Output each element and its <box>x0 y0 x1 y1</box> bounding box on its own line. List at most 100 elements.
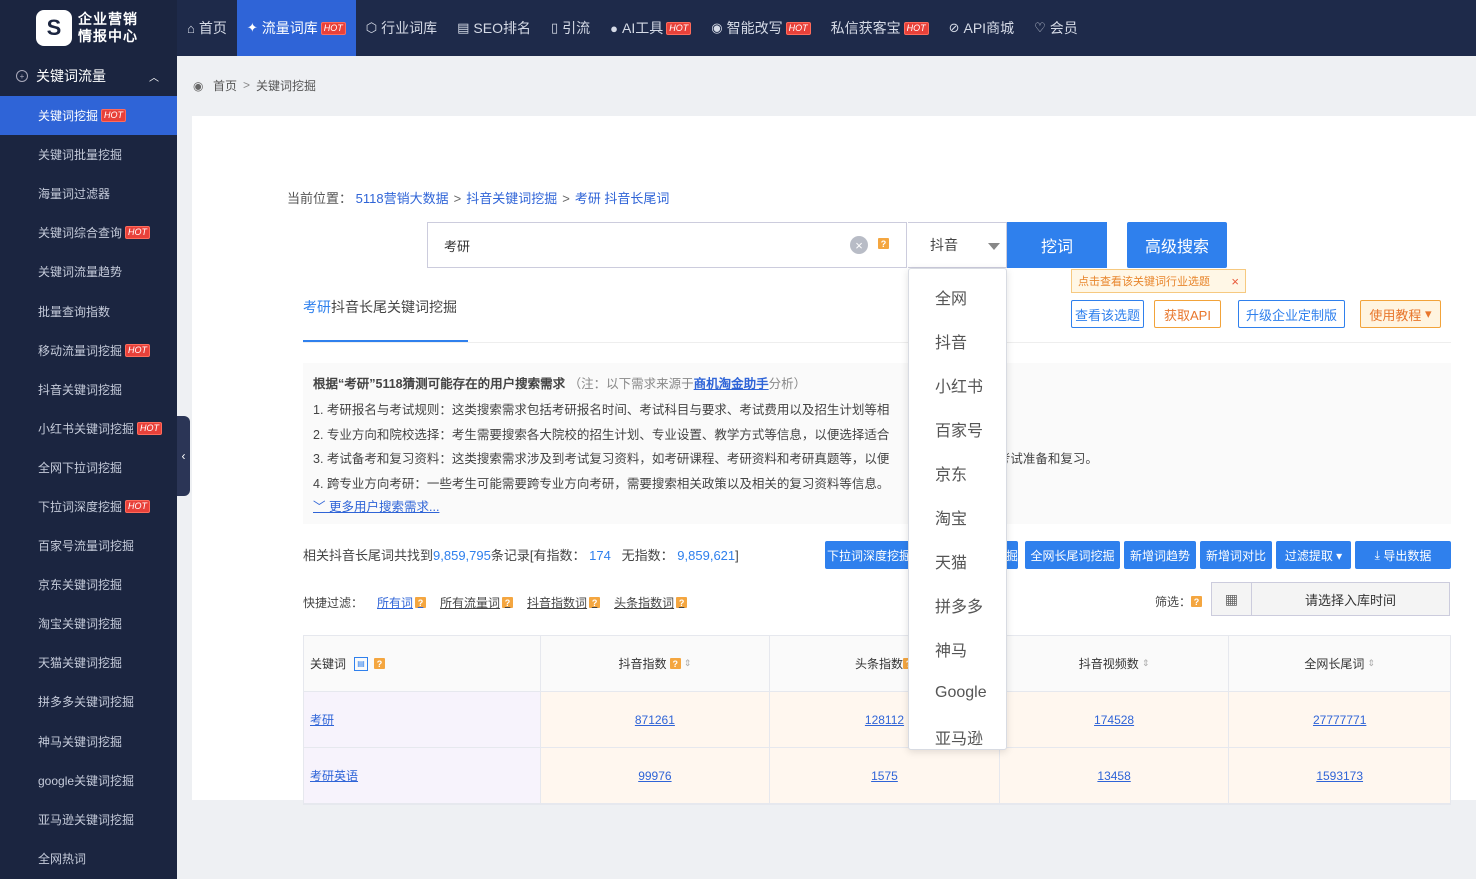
sidebar-item-15[interactable]: 拼多多关键词挖掘 <box>0 682 177 721</box>
nav-item-8[interactable]: ⊘ API商城 <box>939 0 1024 56</box>
nav-item-2[interactable]: ⬡ 行业词库 <box>356 0 447 56</box>
platform-option-5[interactable]: 淘宝 <box>909 495 1006 539</box>
nav-item-0[interactable]: ⌂ 首页 <box>177 0 237 56</box>
platform-option-8[interactable]: 神马 <box>909 627 1006 671</box>
sidebar-item-18[interactable]: 亚马逊关键词挖掘 <box>0 800 177 839</box>
get-api-button[interactable]: 获取API <box>1154 300 1221 328</box>
export-button[interactable]: ⤓ 导出数据 <box>1355 541 1451 569</box>
needs-source-link[interactable]: 商机淘金助手 <box>694 377 769 391</box>
value-link[interactable]: 99976 <box>638 769 671 783</box>
logo[interactable]: S 企业营销 情报中心 <box>0 0 177 56</box>
help-icon: ? <box>669 658 681 669</box>
dig-button[interactable]: 挖词 <box>1007 222 1107 268</box>
platform-option-6[interactable]: 天猫 <box>909 539 1006 583</box>
hot-badge: HOT <box>125 343 151 357</box>
value-link[interactable]: 1575 <box>871 769 898 783</box>
view-topic-button[interactable]: 查看该选题 <box>1071 300 1144 328</box>
col-douyin-index[interactable]: 抖音指数 ? ⇕ <box>541 636 771 691</box>
advanced-search-button[interactable]: 高级搜索 <box>1127 222 1227 268</box>
sidebar-item-16[interactable]: 神马关键词挖掘 <box>0 722 177 761</box>
sidebar-section-header[interactable]: + 关键词流量 ︿ <box>0 56 177 96</box>
col-douyin-videos[interactable]: 抖音视频数 ⇕ <box>1000 636 1230 691</box>
sidebar-item-1[interactable]: 关键词批量挖掘 <box>0 135 177 174</box>
hot-badge: HOT <box>125 499 151 513</box>
sidebar-collapse-handle[interactable]: ‹ <box>177 416 190 496</box>
sort-icon: ⇕ <box>1367 658 1375 668</box>
col-longtail[interactable]: 全网长尾词 ⇕ <box>1229 636 1450 691</box>
sidebar-item-label: 天猫关键词挖掘 <box>38 656 123 671</box>
platform-option-1[interactable]: 抖音 <box>909 319 1006 363</box>
nav-item-5[interactable]: ● AI工具 HOT <box>600 0 701 56</box>
keyword-link[interactable]: 考研 <box>310 711 334 728</box>
longtail-dig-button[interactable]: 全网长尾词挖掘 <box>1025 541 1120 569</box>
tutorial-button[interactable]: 使用教程 ▾ <box>1360 300 1441 328</box>
platform-option-9[interactable]: Google <box>909 671 1006 715</box>
value-link[interactable]: 174528 <box>1094 713 1134 727</box>
topic-tooltip: 点击查看该关键词行业选题 × <box>1071 269 1246 293</box>
sidebar-item-14[interactable]: 天猫关键词挖掘 <box>0 643 177 682</box>
filter-traffic-words[interactable]: 所有流量词? <box>440 594 514 611</box>
nav-item-7[interactable]: 私信获客宝 HOT <box>821 0 939 56</box>
clear-icon[interactable]: × <box>850 236 868 254</box>
sidebar-item-9[interactable]: 全网下拉词挖掘 <box>0 448 177 487</box>
sidebar-item-11[interactable]: 百家号流量词挖掘 <box>0 526 177 565</box>
keyword-search-input[interactable]: 考研 × ? <box>427 222 907 268</box>
close-icon[interactable]: × <box>1231 274 1239 289</box>
help-icon: ? <box>415 597 427 608</box>
platform-select[interactable]: 抖音 <box>908 222 1007 268</box>
sidebar-item-10[interactable]: 下拉词深度挖掘 HOT <box>0 487 177 526</box>
sidebar-item-2[interactable]: 海量词过滤器 <box>0 174 177 213</box>
dropdown-deep-dig-button[interactable]: 下拉词深度挖掘 <box>825 541 913 569</box>
table-cell: 99976 <box>540 748 771 803</box>
filter-toutiao-index-words[interactable]: 头条指数词? <box>614 594 688 611</box>
sidebar-item-3[interactable]: 关键词综合查询 HOT <box>0 213 177 252</box>
upgrade-button[interactable]: 升级企业定制版 <box>1238 300 1345 328</box>
sidebar-item-12[interactable]: 京东关键词挖掘 <box>0 565 177 604</box>
location-link-douyin[interactable]: 抖音关键词挖掘 <box>466 191 557 206</box>
nav-item-3[interactable]: ▤ SEO排名 <box>447 0 541 56</box>
value-link[interactable]: 1593173 <box>1316 769 1363 783</box>
location-link-current[interactable]: 考研 抖音长尾词 <box>575 191 670 206</box>
platform-option-2[interactable]: 小红书 <box>909 363 1006 407</box>
value-link[interactable]: 128112 <box>865 713 904 727</box>
sidebar-item-label: 关键词流量趋势 <box>38 265 123 280</box>
sidebar-item-4[interactable]: 关键词流量趋势 <box>0 252 177 291</box>
sidebar-item-6[interactable]: 移动流量词挖掘 HOT <box>0 331 177 370</box>
filter-douyin-index-words[interactable]: 抖音指数词? <box>527 594 601 611</box>
hot-badge: HOT <box>125 226 151 240</box>
sidebar-item-5[interactable]: 批量查询指数 <box>0 291 177 330</box>
nav-item-9[interactable]: ♡ 会员 <box>1024 0 1088 56</box>
platform-option-3[interactable]: 百家号 <box>909 407 1006 451</box>
copy-icon[interactable]: ▤ <box>354 656 369 671</box>
filter-all-words[interactable]: 所有词? <box>377 594 427 611</box>
sidebar-item-8[interactable]: 小红书关键词挖掘 HOT <box>0 409 177 448</box>
table-cell: 考研英语 <box>304 748 541 803</box>
new-word-trend-button[interactable]: 新增词趋势 <box>1124 541 1196 569</box>
value-link[interactable]: 13458 <box>1097 769 1130 783</box>
sidebar-item-label: 全网热词 <box>38 851 87 866</box>
platform-option-4[interactable]: 京东 <box>909 451 1006 495</box>
sidebar-item-13[interactable]: 淘宝关键词挖掘 <box>0 604 177 643</box>
storage-date-picker[interactable]: ▦ 请选择入库时间 <box>1211 582 1450 616</box>
platform-option-7[interactable]: 拼多多 <box>909 583 1006 627</box>
location-link-5118[interactable]: 5118营销大数据 <box>356 191 449 206</box>
nav-item-1[interactable]: ✦ 流量词库 HOT <box>236 0 356 56</box>
value-link[interactable]: 871261 <box>635 713 675 727</box>
new-word-compare-button[interactable]: 新增词对比 <box>1200 541 1272 569</box>
platform-option-0[interactable]: 全网 <box>909 275 1006 319</box>
keyword-link[interactable]: 考研英语 <box>310 767 358 784</box>
more-needs-link[interactable]: ﹀ 更多用户搜索需求... <box>313 496 1441 518</box>
breadcrumb-home[interactable]: 首页 <box>213 77 237 94</box>
nav-item-4[interactable]: ▯ 引流 <box>541 0 600 56</box>
filter-extract-button[interactable]: 过滤提取 ▾ <box>1276 541 1351 569</box>
platform-option-10[interactable]: 亚马逊 <box>909 715 1006 759</box>
nav-item-6[interactable]: ◉ 智能改写 HOT <box>701 0 820 56</box>
value-link[interactable]: 27777771 <box>1313 713 1366 727</box>
sidebar-item-19[interactable]: 全网热词 <box>0 839 177 878</box>
help-icon[interactable]: ? <box>878 238 889 249</box>
sidebar-item-17[interactable]: google关键词挖掘 <box>0 761 177 800</box>
nav-icon: ◉ <box>711 20 723 35</box>
sidebar-item-0[interactable]: 关键词挖掘 HOT <box>0 96 177 136</box>
need-line: 4. 跨专业方向考研：一些考生可能需要跨专业方向考研，需要搜索相关政策以及相关的… <box>313 476 890 491</box>
sidebar-item-7[interactable]: 抖音关键词挖掘 <box>0 370 177 409</box>
